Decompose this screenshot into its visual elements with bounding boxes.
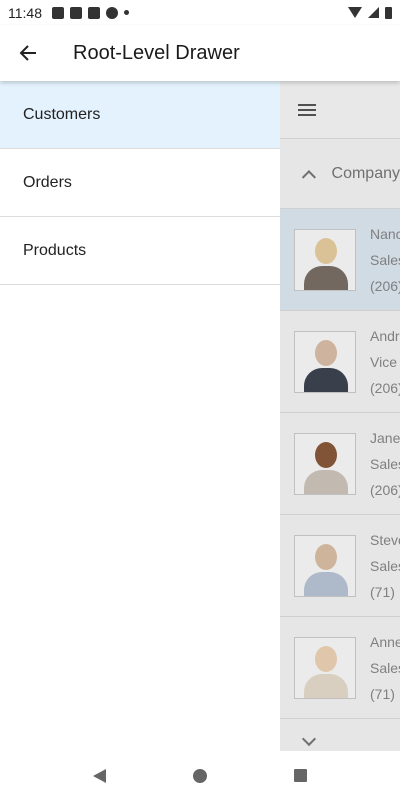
- avatar: [294, 636, 356, 699]
- group-header[interactable]: Company: [280, 139, 400, 209]
- drawer-item-label: Customers: [23, 105, 101, 123]
- back-button[interactable]: [0, 25, 56, 81]
- avatar: [294, 432, 356, 495]
- list-item[interactable]: Andr Vice (206): [280, 311, 400, 413]
- nav-back-icon[interactable]: [93, 768, 107, 783]
- next-group-header[interactable]: [280, 719, 400, 751]
- system-nav-bar: [0, 751, 400, 800]
- sd-card-icon: [88, 6, 100, 19]
- app-bar: Root-Level Drawer: [0, 25, 400, 81]
- list-item[interactable]: Nanc Sales (206): [280, 209, 400, 311]
- row-title: Sales: [370, 455, 400, 472]
- list-item[interactable]: Jane Sales (206): [280, 413, 400, 515]
- nav-home-icon[interactable]: [192, 768, 207, 783]
- underlay-toolbar: [280, 81, 400, 139]
- drawer-item-label: Products: [23, 241, 87, 259]
- drawer-item-label: Orders: [23, 173, 72, 191]
- drawer-item-products[interactable]: Products: [0, 217, 280, 285]
- list-item[interactable]: Steve Sales (71): [280, 515, 400, 617]
- group-header-label: Company: [331, 164, 400, 182]
- list-item[interactable]: Anne Sales (71): [280, 617, 400, 719]
- row-phone: (206): [370, 481, 400, 498]
- status-bar: 11:48: [0, 0, 400, 25]
- row-title: Sales: [370, 659, 400, 676]
- avatar: [294, 228, 356, 291]
- row-name: Anne: [370, 633, 400, 650]
- avatar: [294, 330, 356, 393]
- chevron-down-icon: [301, 731, 317, 747]
- underlying-content: Company Nanc Sales (206) Andr Vice (206)…: [280, 81, 400, 751]
- row-phone: (206): [370, 379, 400, 396]
- battery-icon: [385, 6, 392, 19]
- row-name: Andr: [370, 327, 400, 344]
- sync-icon: [106, 6, 118, 19]
- mail-icon: [70, 6, 82, 19]
- system-icons: [348, 6, 392, 19]
- drawer-item-customers[interactable]: Customers: [0, 81, 280, 149]
- row-phone: (206): [370, 277, 400, 294]
- status-time: 11:48: [8, 4, 42, 21]
- page-title: Root-Level Drawer: [73, 41, 240, 64]
- row-title: Vice: [370, 353, 397, 370]
- row-title: Sales: [370, 557, 400, 574]
- row-title: Sales: [370, 251, 400, 268]
- cell-signal-icon: [368, 7, 379, 18]
- row-phone: (71): [370, 685, 395, 702]
- wifi-icon: [348, 7, 362, 18]
- avatar: [294, 534, 356, 597]
- menu-icon[interactable]: [298, 103, 316, 116]
- more-notifications-icon: [124, 10, 129, 15]
- nav-recents-icon[interactable]: [293, 769, 307, 782]
- notification-icons: [52, 6, 129, 19]
- row-name: Jane: [370, 429, 400, 446]
- arrow-left-icon: [19, 45, 36, 61]
- drawer-item-orders[interactable]: Orders: [0, 149, 280, 217]
- chevron-up-icon: [301, 169, 316, 184]
- row-name: Nanc: [370, 225, 400, 242]
- navigation-drawer: Customers Orders Products: [0, 81, 280, 751]
- font-icon: [52, 6, 64, 19]
- row-phone: (71): [370, 583, 395, 600]
- row-name: Steve: [370, 531, 400, 548]
